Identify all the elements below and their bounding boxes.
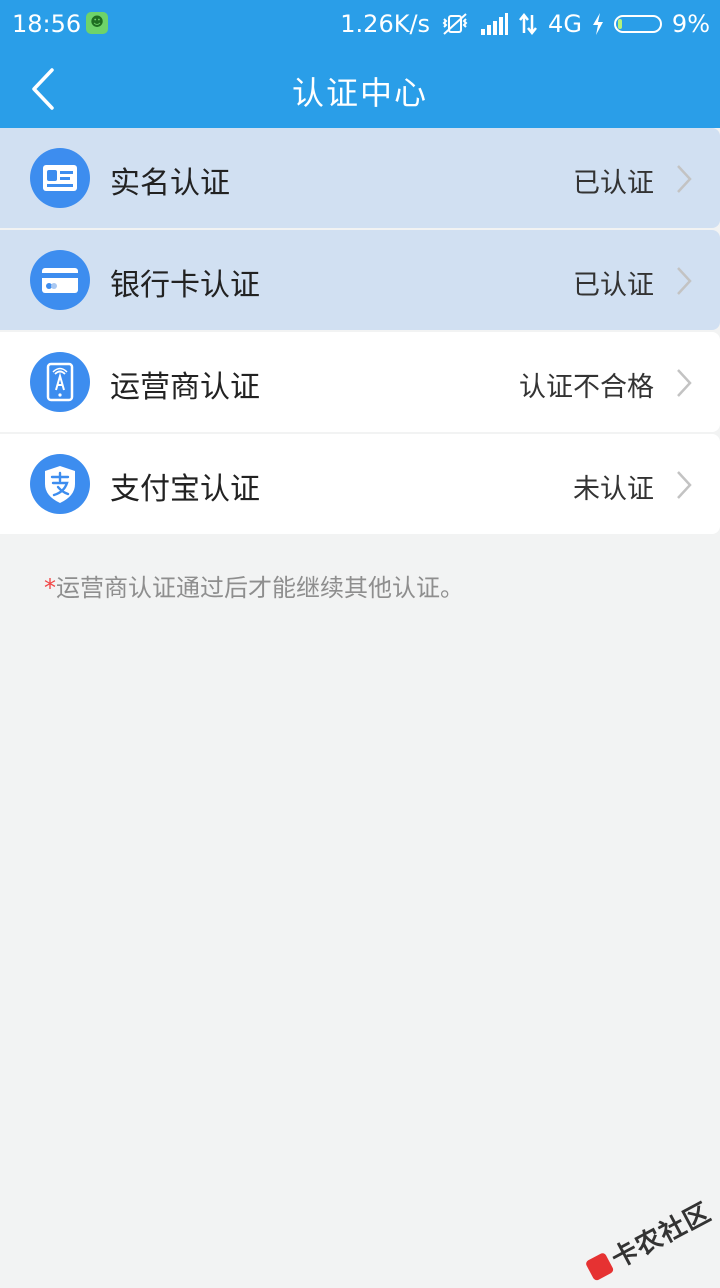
- status-time: 18:56: [12, 10, 82, 38]
- id-card-icon: [43, 165, 77, 191]
- icon-badge: [30, 454, 90, 514]
- status-bar: 18:56 ☻ 1.26K/s 4G 9%: [0, 0, 720, 50]
- verify-item-bank-card[interactable]: 银行卡认证 已认证: [0, 230, 720, 330]
- verify-item-alipay[interactable]: 支付宝认证 未认证: [0, 434, 720, 534]
- chevron-right-icon: [677, 165, 692, 193]
- phone-tower-icon: [46, 362, 74, 402]
- verify-item-status: 已认证: [573, 270, 654, 301]
- battery-icon: [613, 15, 662, 33]
- verify-item-label: 支付宝认证: [110, 472, 260, 507]
- battery-fill: [617, 19, 622, 29]
- verify-item-status: 已认证: [573, 168, 654, 199]
- data-arrows-icon: [519, 13, 538, 35]
- carrier-requirement-note: *运营商认证通过后才能继续其他认证。: [44, 568, 464, 603]
- required-star: *: [44, 574, 56, 602]
- nav-bar: 认证中心: [0, 50, 720, 128]
- verify-item-label: 实名认证: [110, 166, 230, 201]
- icon-badge: [30, 352, 90, 412]
- watermark-text: 卡农社区: [606, 1197, 717, 1275]
- verify-item-status: 未认证: [573, 474, 654, 505]
- verify-item-label: 运营商认证: [110, 370, 260, 405]
- verify-item-carrier[interactable]: 运营商认证 认证不合格: [0, 332, 720, 432]
- net-speed: 1.26K/s: [340, 10, 431, 38]
- chevron-right-icon: [677, 471, 692, 499]
- verify-item-label: 银行卡认证: [110, 268, 260, 303]
- page-title: 认证中心: [291, 74, 428, 112]
- verify-item-real-name[interactable]: 实名认证 已认证: [0, 128, 720, 228]
- chevron-right-icon: [677, 267, 692, 295]
- verification-list: 实名认证 已认证 银行卡认证 已认证 运营商认证 认证不合格 支付宝认证 未认证: [0, 128, 720, 536]
- note-text: 运营商认证通过后才能继续其他认证。: [56, 574, 464, 602]
- status-right-group: 1.26K/s 4G 9%: [340, 10, 710, 38]
- vibrate-off-icon: [442, 13, 468, 35]
- icon-badge: [30, 250, 90, 310]
- bank-card-icon: [42, 268, 78, 293]
- verify-item-status: 认证不合格: [519, 372, 654, 403]
- icon-badge: [30, 148, 90, 208]
- signal-icon: [481, 13, 509, 35]
- watermark-logo-icon: [584, 1251, 615, 1282]
- battery-percent: 9%: [671, 10, 710, 38]
- charging-bolt-icon: [592, 13, 603, 35]
- watermark: 卡农社区: [581, 1192, 717, 1288]
- alipay-shield-icon: [45, 466, 75, 503]
- chevron-right-icon: [677, 369, 692, 397]
- network-type: 4G: [548, 10, 582, 38]
- frog-icon: ☻: [86, 12, 108, 34]
